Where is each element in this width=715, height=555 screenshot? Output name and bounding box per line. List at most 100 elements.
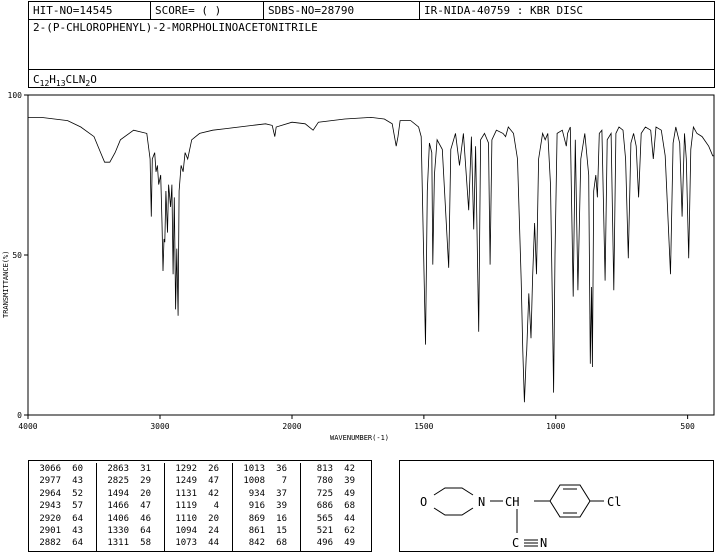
peak-row: 1466 47 <box>97 500 164 512</box>
peak-wavenumber: 1330 <box>107 525 129 536</box>
peak-transmittance: 7 <box>281 476 287 487</box>
peak-column: 1013 36 1008 7 934 37 916 39 869 16 861 15 842 68 <box>233 463 301 551</box>
peak-row: 861 15 <box>233 525 300 537</box>
peak-wavenumber: 2863 <box>107 464 129 474</box>
peak-transmittance: 42 <box>344 464 355 474</box>
peak-row: 521 62 <box>301 525 369 537</box>
peak-wavenumber: 1008 <box>243 476 265 487</box>
sdbs-number: SDBS-NO=28790 <box>264 2 420 20</box>
chlorine-label: Cl <box>607 495 621 509</box>
morpholine-nitrogen: N <box>478 495 485 509</box>
peak-transmittance: 31 <box>140 464 151 474</box>
peak-column: 1292 26 1249 47 1131 42 1119 4 1110 20 1094 24 1073 4… <box>165 463 233 551</box>
peak-transmittance: 64 <box>72 513 83 524</box>
peak-wavenumber: 2920 <box>39 513 61 524</box>
nitrile-nitrogen: N <box>540 536 547 550</box>
peak-row: 2920 64 <box>29 513 96 525</box>
peak-wavenumber: 916 <box>248 501 265 512</box>
peak-transmittance: 62 <box>344 525 355 536</box>
peak-row: 916 39 <box>233 500 300 512</box>
peak-wavenumber: 686 <box>316 501 333 512</box>
peak-transmittance: 47 <box>208 476 219 487</box>
peak-row: 2825 29 <box>97 475 164 487</box>
x-tick-label: 4000 <box>18 422 37 431</box>
peak-wavenumber: 2943 <box>39 501 61 512</box>
peak-row: 2882 64 <box>29 537 96 549</box>
nitrile-carbon: C <box>512 536 519 550</box>
peak-row: 1311 58 <box>97 537 164 549</box>
peak-wavenumber: 934 <box>248 488 265 499</box>
y-axis-label: TRANSMITTANCE(%) <box>2 251 10 318</box>
peak-row: 2977 43 <box>29 475 96 487</box>
peak-wavenumber: 1119 <box>175 501 197 512</box>
formula-divider <box>29 69 714 70</box>
y-tick-label: 100 <box>8 91 23 100</box>
peak-column: 3066 60 2977 43 2964 52 2943 57 2920 64 2901 43 2882… <box>29 463 97 551</box>
peak-row: 3066 60 <box>29 463 96 475</box>
peak-wavenumber: 2825 <box>107 476 129 487</box>
peak-transmittance: 43 <box>72 476 83 487</box>
peak-wavenumber: 496 <box>316 538 333 549</box>
peak-wavenumber: 565 <box>316 513 333 524</box>
peak-row: 1008 7 <box>233 475 300 487</box>
peak-wavenumber: 1249 <box>175 476 197 487</box>
peak-row: 496 49 <box>301 537 369 549</box>
peak-wavenumber: 813 <box>316 464 333 474</box>
peak-transmittance: 44 <box>208 538 219 549</box>
peak-row: 813 42 <box>301 463 369 475</box>
peak-wavenumber: 1131 <box>175 488 197 499</box>
peak-row: 565 44 <box>301 513 369 525</box>
compound-name: 2-(P-CHLOROPHENYL)-2-MORPHOLINOACETONITR… <box>33 21 318 34</box>
peak-transmittance: 60 <box>72 464 83 474</box>
peak-wavenumber: 869 <box>248 513 265 524</box>
x-tick-label: 1000 <box>546 422 565 431</box>
score: SCORE= ( ) <box>151 2 264 20</box>
peak-transmittance: 64 <box>72 538 83 549</box>
peak-row: 869 16 <box>233 513 300 525</box>
peak-transmittance: 47 <box>140 501 151 512</box>
peak-row: 1073 44 <box>165 537 232 549</box>
peak-transmittance: 58 <box>140 538 151 549</box>
x-tick-label: 500 <box>680 422 695 431</box>
structure-box: O N CH Cl C N <box>399 460 714 552</box>
peak-row: 2901 43 <box>29 525 96 537</box>
peak-wavenumber: 725 <box>316 488 333 499</box>
peak-row: 725 49 <box>301 488 369 500</box>
peak-row: 1094 24 <box>165 525 232 537</box>
peak-transmittance: 68 <box>344 501 355 512</box>
peak-wavenumber: 1073 <box>175 538 197 549</box>
peak-transmittance: 52 <box>72 488 83 499</box>
peak-wavenumber: 1494 <box>107 488 129 499</box>
peak-row: 2863 31 <box>97 463 164 475</box>
peak-row: 1013 36 <box>233 463 300 475</box>
peak-wavenumber: 1406 <box>107 513 129 524</box>
peak-transmittance: 37 <box>276 488 287 499</box>
compound-info-box: 2-(P-CHLOROPHENYL)-2-MORPHOLINOACETONITR… <box>28 19 715 88</box>
peak-row: 2964 52 <box>29 488 96 500</box>
peak-wavenumber: 1466 <box>107 501 129 512</box>
peak-row: 842 68 <box>233 537 300 549</box>
peak-wavenumber: 1013 <box>243 464 265 474</box>
peak-row: 1494 20 <box>97 488 164 500</box>
peak-wavenumber: 1110 <box>175 513 197 524</box>
peak-column: 813 42 780 39 725 49 686 68 565 44 521 62 496 49 <box>301 463 369 551</box>
peak-transmittance: 39 <box>276 501 287 512</box>
peak-transmittance: 44 <box>344 513 355 524</box>
peak-transmittance: 15 <box>276 525 287 536</box>
peak-transmittance: 36 <box>276 464 287 474</box>
peak-transmittance: 20 <box>140 488 151 499</box>
peak-transmittance: 16 <box>276 513 287 524</box>
ir-info: IR-NIDA-40759 : KBR DISC <box>424 4 583 17</box>
peak-row: 1330 64 <box>97 525 164 537</box>
peak-row: 1110 20 <box>165 513 232 525</box>
peak-row: 1249 47 <box>165 475 232 487</box>
peak-wavenumber: 2977 <box>39 476 61 487</box>
peak-transmittance: 68 <box>276 538 287 549</box>
ir-spectrum-chart: 4000 3000 2000 1500 1000 500 0 50 100 WAVENUMBE… <box>2 91 715 442</box>
peak-wavenumber: 1292 <box>175 464 197 474</box>
peak-wavenumber: 1094 <box>175 525 197 536</box>
peak-transmittance: 49 <box>344 488 355 499</box>
molecular-formula: C12H13CLN2O <box>33 73 97 89</box>
y-tick-label: 0 <box>17 411 22 420</box>
peak-row: 686 68 <box>301 500 369 512</box>
